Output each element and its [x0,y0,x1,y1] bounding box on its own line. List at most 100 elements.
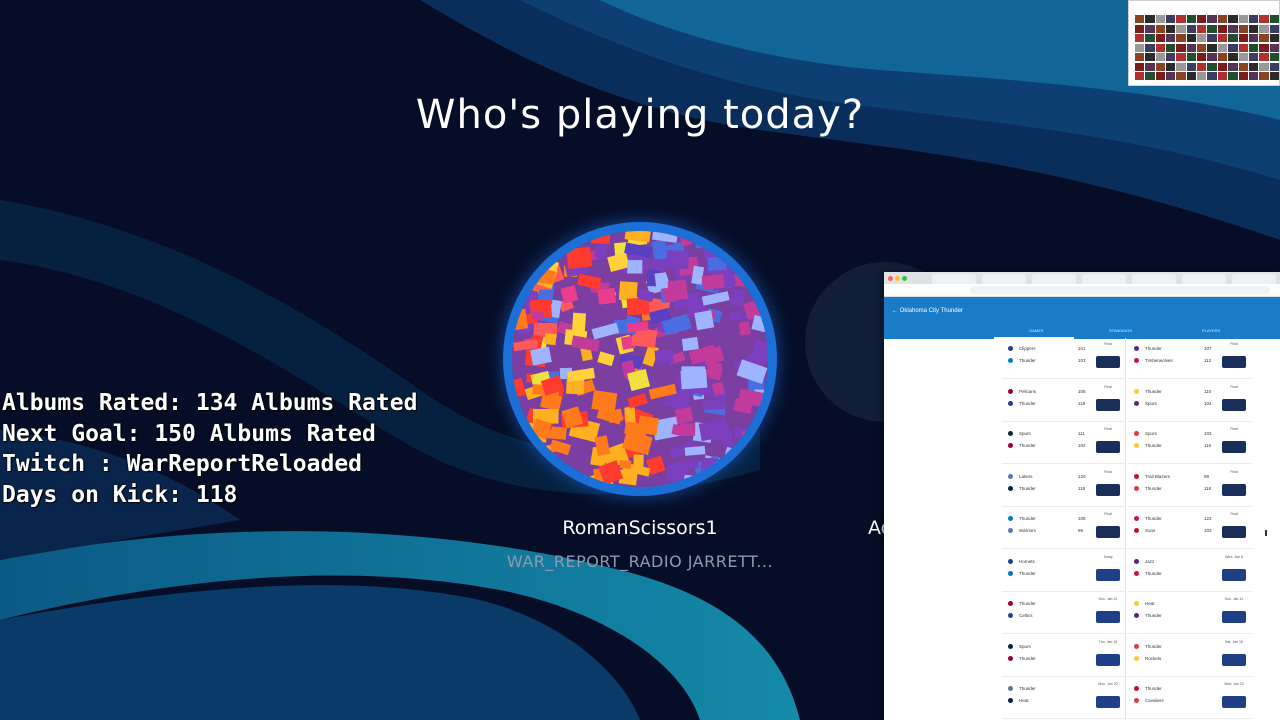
game-card[interactable]: Spurs Thunder 103 116 Final [1128,423,1252,464]
game-highlights-badge[interactable] [1096,441,1120,453]
game-highlights-badge[interactable] [1096,526,1120,538]
team-logo-icon [1008,400,1013,406]
game-highlights-badge[interactable] [1096,653,1120,666]
thumbnail-tile [1197,34,1207,43]
team-logo-icon [1134,570,1139,576]
thumbnail-tile [1135,34,1145,43]
url-input[interactable] [970,286,1270,294]
team-row: Trail Blazers [1134,474,1170,479]
game-highlights-badge[interactable] [1096,611,1120,623]
game-card[interactable]: Clippers Thunder 101 103 Final [1002,338,1126,379]
game-highlights-badge[interactable] [1222,696,1246,708]
thumbnail-tile [1207,15,1217,23]
team-row: Thunder [1008,401,1036,406]
browser-window[interactable]: ← Oklahoma City Thunder GAMES STANDINGS … [884,272,1280,720]
thumbnail-tile [1228,53,1238,62]
game-highlights-badge[interactable] [1222,483,1246,496]
thumbnail-tile [1145,43,1155,52]
tab-players[interactable]: PLAYERS [1202,328,1220,333]
team-logo-icon [1008,558,1013,564]
team-logo-icon [1134,443,1139,449]
thumbnail-tile [1259,72,1269,81]
colorful-cubes-image [512,231,768,487]
close-window-icon[interactable] [888,276,893,281]
game-highlights-badge[interactable] [1222,611,1246,623]
game-highlights-badge[interactable] [1222,653,1246,666]
game-highlights-badge[interactable] [1096,398,1120,411]
browser-tab[interactable] [1132,274,1176,284]
browser-tab[interactable] [1232,274,1276,284]
game-card[interactable]: Trail Blazers Thunder 99 118 Final [1128,466,1252,507]
browser-tab[interactable] [1032,274,1076,284]
game-status: Final [1104,427,1112,431]
game-card[interactable]: Pelicans Thunder 105 118 Final [1002,381,1126,422]
minimize-window-icon[interactable] [895,276,900,281]
thumbnail-tile [1186,24,1197,33]
game-highlights-badge[interactable] [1222,526,1246,538]
game-card[interactable]: Thunder Timberwolves 107 112 Final [1128,338,1252,379]
profile-name: RomanScissors1 [562,517,718,539]
team-logo-icon [1008,485,1013,491]
browser-tab[interactable] [982,274,1026,284]
game-highlights-badge[interactable] [1222,441,1246,453]
thumbnail-tile [1228,43,1238,52]
game-card[interactable]: Spurs Thunder 111 102 Final [1002,423,1126,464]
game-card[interactable]: Thunder Suns 123 103 Final [1128,508,1252,549]
game-card[interactable]: Spurs Thunder Thu, Jan 16 [1002,636,1126,677]
thumbnail-tile [1269,53,1279,62]
maximize-window-icon[interactable] [902,276,907,281]
browser-tab[interactable] [1082,274,1126,284]
team-score: 112 [1204,358,1212,363]
thumbnail-tile [1155,62,1166,71]
game-highlights-badge[interactable] [1222,398,1246,411]
thumbnail-tile [1186,53,1197,62]
team-logo-icon [1008,698,1013,704]
game-card[interactable]: Thunder Heat Mon, Jan 20 [1002,678,1126,719]
thumbnail-tile [1155,53,1166,62]
browser-tab[interactable] [1182,274,1226,284]
cube-shape [665,249,690,270]
team-logo-icon [1134,558,1139,564]
team-score: 101 [1078,346,1086,351]
game-highlights-badge[interactable] [1096,696,1120,708]
game-highlights-badge[interactable] [1096,568,1120,581]
game-card[interactable]: Thunder Celtics Sun, Jan 12 [1002,593,1126,634]
game-card[interactable]: Jazz Thunder Wed, Jan 8 [1128,551,1252,592]
cube-shape [654,272,668,290]
game-card[interactable]: Lakers Thunder 120 116 Final [1002,466,1126,507]
game-card[interactable]: Thunder Cavaliers Wed, Jan 22 [1128,678,1252,719]
game-card[interactable]: Thunder Spurs 110 104 Final [1128,381,1252,422]
cube-shape [738,321,751,336]
game-card[interactable]: Thunder Rockets Sat, Jan 18 [1128,636,1252,677]
game-highlights-badge[interactable] [1222,568,1246,581]
thumbnail-tile [1207,62,1217,71]
tab-standings[interactable]: STANDINGS [1109,328,1132,333]
game-highlights-badge[interactable] [1222,356,1246,368]
team-row: Thunder [1134,486,1162,491]
thumbnail-tile [1135,53,1145,62]
browser-tab[interactable] [932,274,976,284]
thumbnail-tile [1238,43,1248,52]
team-header: ← Oklahoma City Thunder [884,297,1280,325]
team-logo-icon [1008,528,1013,534]
team-score: 103 [1204,528,1212,533]
cube-shape [667,279,689,301]
team-logo-icon [1134,516,1139,522]
profile-gamertag: WAR_REPORT_RADIO JARRETT... [506,552,774,571]
cube-shape [571,312,587,333]
profile-avatar[interactable] [512,231,768,487]
game-card[interactable]: Heat Thunder Sun, Jan 12 [1128,593,1252,634]
game-highlights-badge[interactable] [1096,483,1120,496]
team-logo-icon [1134,485,1139,491]
game-card[interactable]: Thunder Warriors 105 99 Final [1002,508,1126,549]
team-logo-icon [1134,528,1139,534]
team-row: Thunder [1134,389,1162,394]
thumbnail-tile [1269,34,1279,43]
tab-games[interactable]: GAMES [1029,328,1043,333]
thumbnail-tile [1176,53,1186,62]
thumbnail-tile [1166,24,1176,33]
thumbnail-tile [1186,34,1197,43]
game-card[interactable]: Hornets Thunder Today [1002,551,1126,592]
thumbnail-tile [1145,53,1155,62]
game-highlights-badge[interactable] [1096,356,1120,368]
